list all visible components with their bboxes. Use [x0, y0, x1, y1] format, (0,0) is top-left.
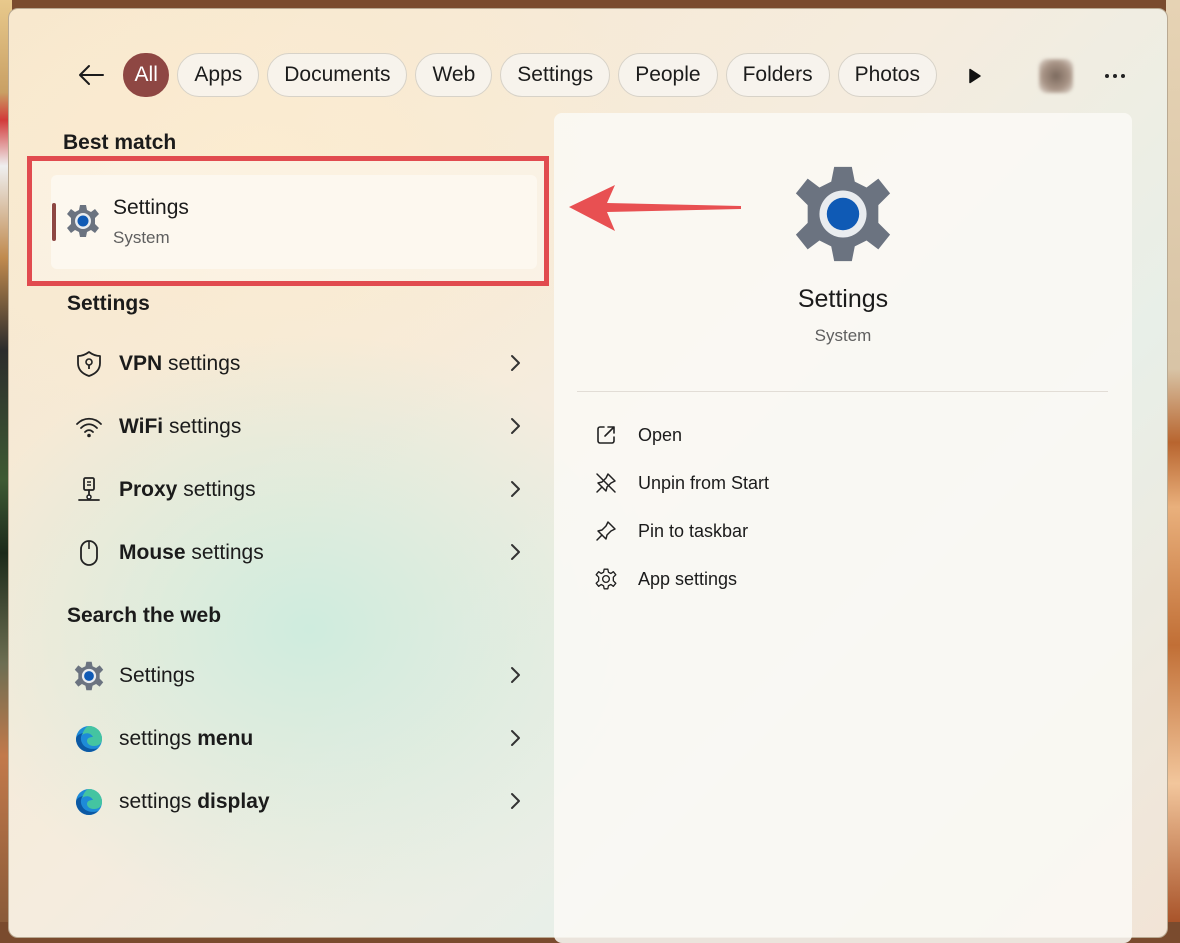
best-match-subtitle: System	[113, 228, 170, 247]
preview-subtitle: System	[814, 326, 872, 345]
chevron-right-icon	[511, 418, 520, 434]
web-result-settings[interactable]: Settings	[65, 648, 535, 704]
pin-icon	[596, 521, 616, 541]
filter-settings[interactable]: Settings	[500, 53, 611, 97]
settings-gear-icon	[74, 661, 104, 691]
open-external-icon	[597, 426, 615, 444]
chevron-right-icon	[511, 355, 520, 371]
filter-apps[interactable]: Apps	[177, 53, 260, 97]
action-app-settings-label: App settings	[638, 568, 738, 589]
filter-all[interactable]: All	[123, 53, 170, 97]
preview-pane: Settings System Open Unpin from Start Pi…	[554, 113, 1132, 943]
web-result-settings-display[interactable]: settings display	[65, 774, 535, 830]
chevron-right-icon	[511, 730, 520, 746]
proxy-settings-text: settings	[177, 478, 256, 501]
edge-icon	[76, 789, 102, 815]
web-result-menu-text: settings	[119, 727, 198, 750]
search-window: All Apps Documents Web Settings People F…	[8, 8, 1168, 943]
chevron-right-icon	[511, 481, 520, 497]
vpn-settings-item[interactable]: VPN settings	[65, 336, 535, 392]
arrow-left-icon	[79, 65, 104, 85]
web-result-display-bold: display	[197, 790, 270, 813]
filter-bar: All Apps Documents Web Settings People F…	[123, 53, 937, 99]
mouse-settings-item[interactable]: Mouse settings	[65, 525, 535, 581]
action-pin-to-taskbar[interactable]: Pin to taskbar	[592, 511, 748, 551]
edge-icon	[76, 726, 102, 752]
mouse-settings-bold: Mouse	[119, 541, 186, 564]
wifi-icon	[76, 417, 102, 438]
vpn-settings-text: settings	[162, 352, 241, 375]
web-result-settings-text: Settings	[119, 664, 195, 687]
gear-outline-icon	[595, 568, 617, 590]
best-match-heading: Best match	[63, 131, 177, 154]
wifi-settings-item[interactable]: WiFi settings	[65, 399, 535, 455]
settings-gear-icon	[795, 166, 891, 262]
web-result-display-text: settings	[119, 790, 198, 813]
preview-divider	[577, 391, 1108, 392]
desktop-background-right	[1166, 0, 1180, 922]
more-horizontal-icon	[1105, 74, 1125, 78]
filter-photos[interactable]: Photos	[837, 53, 937, 97]
filter-people[interactable]: People	[618, 53, 718, 97]
wifi-settings-bold: WiFi	[119, 415, 164, 438]
action-open[interactable]: Open	[592, 415, 682, 455]
unpin-icon	[596, 473, 616, 493]
preview-title: Settings	[797, 285, 889, 313]
account-avatar[interactable]	[1039, 59, 1073, 93]
filter-web[interactable]: Web	[415, 53, 493, 97]
filter-documents[interactable]: Documents	[267, 53, 408, 97]
more-filters-button[interactable]	[961, 61, 989, 91]
best-match-result[interactable]: Settings System	[51, 175, 537, 269]
chevron-right-icon	[511, 667, 520, 683]
vpn-shield-icon	[77, 351, 101, 377]
proxy-settings-bold: Proxy	[119, 478, 178, 501]
more-options-button[interactable]	[1099, 61, 1131, 91]
play-icon	[969, 68, 981, 84]
web-result-settings-menu[interactable]: settings menu	[65, 711, 535, 767]
settings-gear-icon	[67, 205, 99, 237]
selection-indicator	[52, 203, 56, 241]
vpn-settings-bold: VPN	[119, 352, 163, 375]
chevron-right-icon	[511, 793, 520, 809]
action-unpin-from-start[interactable]: Unpin from Start	[592, 463, 769, 503]
action-open-label: Open	[638, 424, 683, 445]
proxy-icon	[78, 477, 100, 501]
annotation-arrow	[569, 185, 741, 231]
web-result-menu-bold: menu	[197, 727, 254, 750]
action-unpin-label: Unpin from Start	[638, 472, 770, 493]
action-pin-label: Pin to taskbar	[638, 520, 749, 541]
search-web-heading: Search the web	[67, 604, 222, 627]
chevron-right-icon	[511, 544, 520, 560]
action-app-settings[interactable]: App settings	[592, 559, 737, 599]
mouse-icon	[80, 540, 98, 566]
filter-folders[interactable]: Folders	[725, 53, 830, 97]
mouse-settings-text: settings	[185, 541, 264, 564]
best-match-title: Settings	[113, 196, 189, 219]
proxy-settings-item[interactable]: Proxy settings	[65, 462, 535, 518]
settings-section-heading: Settings	[67, 292, 150, 315]
back-button[interactable]	[73, 57, 109, 93]
wifi-settings-text: settings	[163, 415, 242, 438]
